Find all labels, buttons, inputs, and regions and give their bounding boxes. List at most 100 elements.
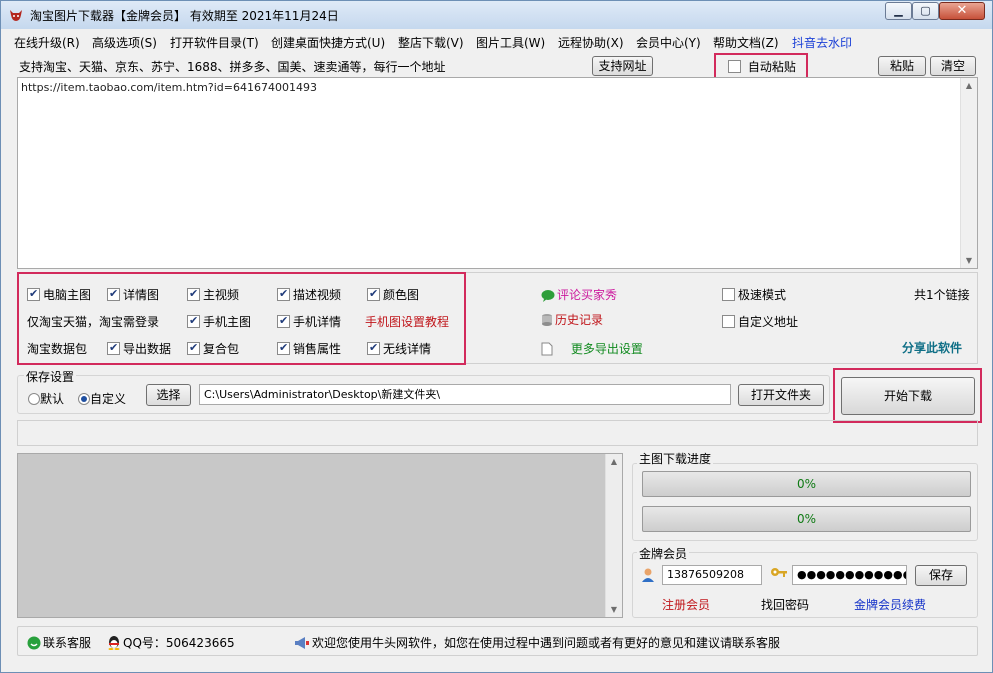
- wireless-detail-check[interactable]: [367, 341, 380, 355]
- save-path-field[interactable]: C:\Users\Administrator\Desktop\新建文件夹\: [199, 384, 731, 405]
- color-image-check[interactable]: [367, 287, 380, 301]
- scroll-down-icon[interactable]: ▼: [961, 256, 977, 265]
- log-output-area[interactable]: ▲ ▼: [17, 453, 623, 618]
- start-download-button[interactable]: 开始下载: [841, 377, 975, 415]
- welcome-text: 欢迎您使用牛头网软件，如您在使用过程中遇到问题或者有更好的意见和建议请联系客服: [312, 636, 781, 650]
- app-window: 淘宝图片下载器【金牌会员】 有效期至 2021年11月24日 ▁ ▢ ✕ 在线升…: [0, 0, 993, 673]
- url-scrollbar[interactable]: ▲ ▼: [960, 78, 977, 268]
- wireless-detail-option[interactable]: 无线详情: [367, 340, 431, 357]
- renew-membership-link[interactable]: 金牌会员续费: [854, 596, 926, 613]
- save-settings-label: 保存设置: [24, 368, 77, 385]
- fast-mode-option[interactable]: 极速模式: [722, 286, 786, 303]
- paste-button[interactable]: 粘贴: [878, 56, 926, 76]
- detail-image-check[interactable]: [107, 287, 120, 301]
- more-export-settings-link[interactable]: 更多导出设置: [541, 340, 643, 357]
- share-software-link[interactable]: 分享此软件: [902, 339, 962, 356]
- menu-online-upgrade[interactable]: 在线升级(R): [14, 34, 80, 51]
- minimize-icon: ▁: [894, 4, 903, 17]
- user-icon: [642, 568, 654, 582]
- recover-password-link[interactable]: 找回密码: [761, 596, 809, 613]
- desc-video-option[interactable]: 描述视频: [277, 286, 341, 303]
- log-scroll-up-icon[interactable]: ▲: [606, 457, 622, 466]
- maximize-button[interactable]: ▢: [912, 2, 939, 20]
- status-strip: [17, 420, 978, 446]
- main-video-label: 主视频: [203, 288, 240, 302]
- menu-remote-assist[interactable]: 远程协助(X): [558, 34, 624, 51]
- scroll-up-icon[interactable]: ▲: [961, 81, 977, 90]
- member-group-label: 金牌会员: [637, 545, 690, 562]
- composite-pack-label: 复合包: [203, 342, 240, 356]
- custom-address-option[interactable]: 自定义地址: [722, 313, 798, 330]
- supported-sites-text: 支持淘宝、天猫、京东、苏宁、1688、拼多多、国美、速卖通等，每行一个地址: [19, 60, 446, 74]
- mobile-tutorial-link[interactable]: 手机图设置教程: [365, 313, 449, 330]
- mobile-detail-option[interactable]: 手机详情: [277, 313, 341, 330]
- radio-default-dot[interactable]: [28, 393, 40, 405]
- desc-video-label: 描述视频: [293, 288, 342, 302]
- fast-mode-label: 极速模式: [738, 288, 787, 302]
- composite-pack-check[interactable]: [187, 341, 200, 355]
- open-folder-button[interactable]: 打开文件夹: [738, 384, 824, 406]
- detail-image-option[interactable]: 详情图: [107, 286, 159, 303]
- password-field[interactable]: ●●●●●●●●●●●●●●: [792, 565, 907, 585]
- mobile-detail-check[interactable]: [277, 314, 290, 328]
- log-scrollbar[interactable]: ▲ ▼: [605, 454, 622, 617]
- menu-help-docs[interactable]: 帮助文档(Z): [713, 34, 779, 51]
- menu-image-tools[interactable]: 图片工具(W): [476, 34, 545, 51]
- menu-douyin-watermark[interactable]: 抖音去水印: [792, 34, 852, 51]
- desc-video-check[interactable]: [277, 287, 290, 301]
- composite-pack-option[interactable]: 复合包: [187, 340, 239, 357]
- progress-group-label: 主图下载进度: [637, 450, 714, 467]
- detail-image-label: 详情图: [123, 288, 160, 302]
- mobile-main-image-check[interactable]: [187, 314, 200, 328]
- menu-create-shortcut[interactable]: 创建桌面快捷方式(U): [271, 34, 385, 51]
- custom-address-check[interactable]: [722, 315, 735, 328]
- menu-member-center[interactable]: 会员中心(Y): [636, 34, 701, 51]
- minimize-button[interactable]: ▁: [885, 2, 912, 20]
- fast-mode-check[interactable]: [722, 288, 735, 301]
- sales-attributes-check[interactable]: [277, 341, 290, 355]
- radio-default[interactable]: 默认: [28, 390, 64, 407]
- mobile-main-image-option[interactable]: 手机主图: [187, 313, 251, 330]
- customer-service-icon: [27, 636, 41, 650]
- support-sites-button[interactable]: 支持网址: [592, 56, 653, 76]
- taobao-data-pack-label: 淘宝数据包: [27, 342, 88, 356]
- link-count-text: 共1个链接: [914, 288, 970, 302]
- close-button[interactable]: ✕: [939, 2, 985, 20]
- account-field[interactable]: 13876509208: [662, 565, 762, 585]
- menu-open-software-dir[interactable]: 打开软件目录(T): [170, 34, 259, 51]
- choose-folder-button[interactable]: 选择: [146, 384, 191, 406]
- review-buyer-show-link[interactable]: 评论买家秀: [541, 286, 617, 303]
- qq-penguin-icon: [108, 636, 120, 650]
- main-video-check[interactable]: [187, 287, 200, 301]
- auto-paste-check[interactable]: [728, 60, 741, 73]
- color-image-option[interactable]: 颜色图: [367, 286, 419, 303]
- title-bar[interactable]: 淘宝图片下载器【金牌会员】 有效期至 2021年11月24日 ▁ ▢ ✕: [1, 1, 992, 29]
- custom-address-label: 自定义地址: [738, 315, 799, 329]
- menu-advanced-options[interactable]: 高级选项(S): [92, 34, 157, 51]
- document-icon: [541, 342, 553, 356]
- radio-custom[interactable]: 自定义: [78, 390, 126, 407]
- export-data-check[interactable]: [107, 341, 120, 355]
- register-member-link[interactable]: 注册会员: [662, 596, 710, 613]
- url-text: https://item.taobao.com/item.htm?id=6416…: [21, 81, 317, 94]
- window-title: 淘宝图片下载器【金牌会员】 有效期至 2021年11月24日: [30, 9, 339, 23]
- export-data-label: 导出数据: [123, 342, 172, 356]
- save-member-button[interactable]: 保存: [915, 565, 967, 586]
- clear-button[interactable]: 清空: [930, 56, 976, 76]
- main-video-option[interactable]: 主视频: [187, 286, 239, 303]
- pc-main-image-option[interactable]: 电脑主图: [27, 286, 91, 303]
- contact-service-link[interactable]: 联系客服: [27, 634, 91, 651]
- auto-paste-checkbox[interactable]: 自动粘贴: [728, 58, 796, 75]
- pc-main-image-label: 电脑主图: [43, 288, 92, 302]
- menu-store-download[interactable]: 整店下载(V): [398, 34, 464, 51]
- radio-custom-dot[interactable]: [78, 393, 90, 405]
- export-data-option[interactable]: 导出数据: [107, 340, 171, 357]
- url-input-area[interactable]: https://item.taobao.com/item.htm?id=6416…: [17, 77, 978, 269]
- progress-text-1: 0%: [796, 477, 817, 491]
- pc-main-image-check[interactable]: [27, 287, 40, 301]
- radio-default-label: 默认: [40, 392, 65, 406]
- sales-attributes-option[interactable]: 销售属性: [277, 340, 341, 357]
- log-scroll-down-icon[interactable]: ▼: [606, 605, 622, 614]
- qq-number: QQ号：506423665: [107, 634, 235, 651]
- history-link[interactable]: 历史记录: [541, 311, 603, 328]
